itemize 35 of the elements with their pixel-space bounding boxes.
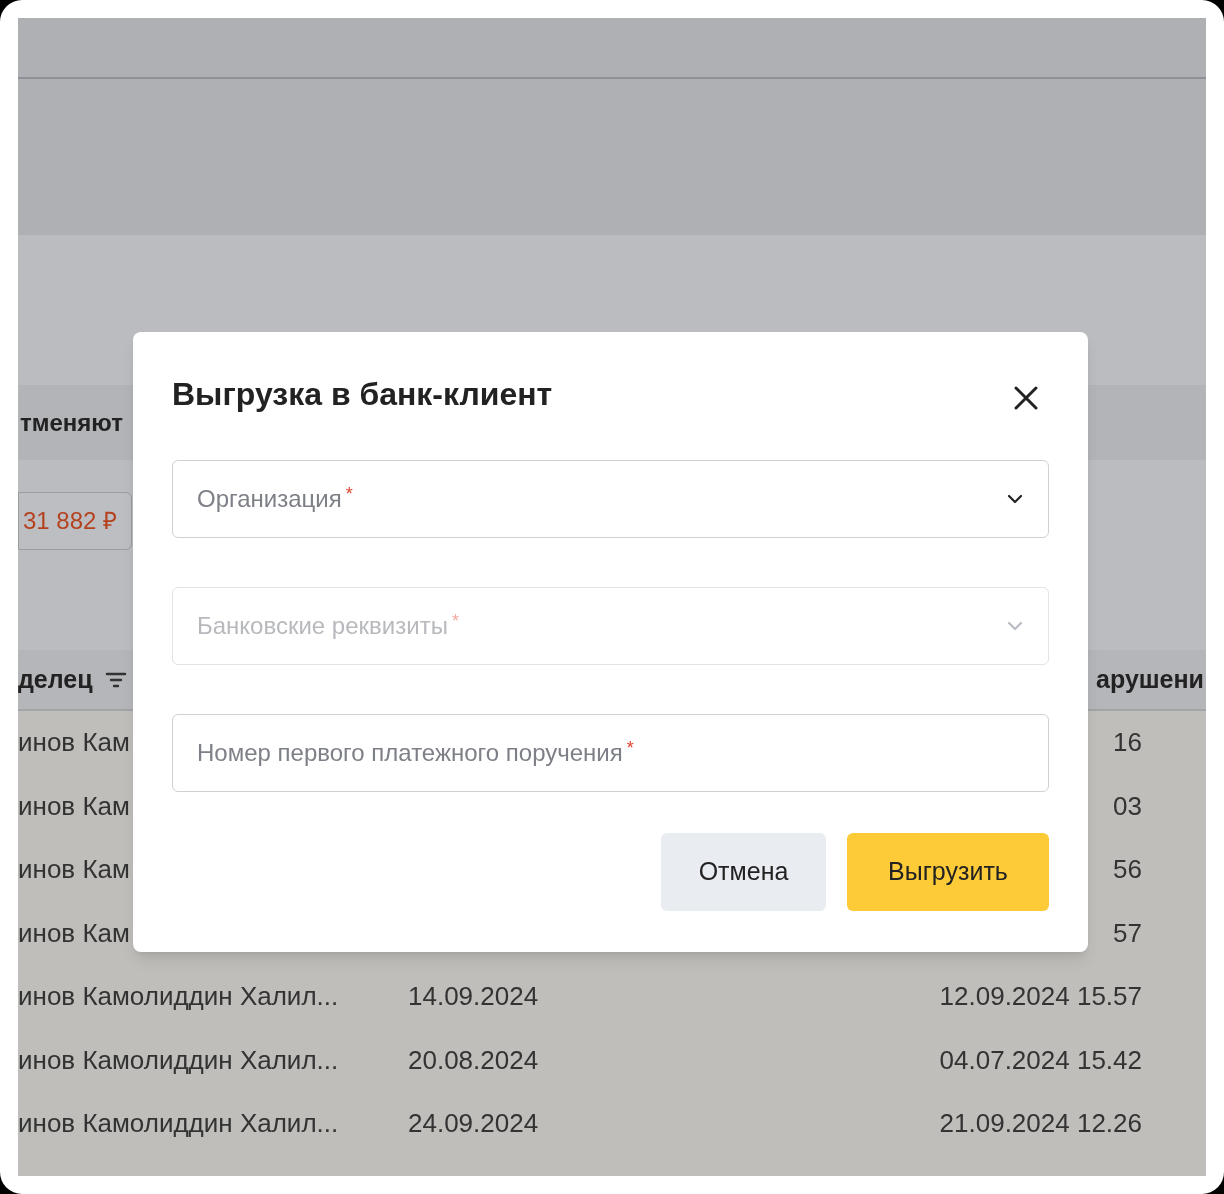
table-cell-text: 12.09.2024 15.57 bbox=[939, 980, 1142, 1014]
field-placeholder: Номер первого платежного поручения bbox=[197, 739, 623, 766]
table-cell: инов Кам bbox=[18, 854, 130, 885]
required-asterisk: * bbox=[451, 611, 459, 631]
amount-badge: 31 882 ₽ bbox=[18, 492, 132, 550]
table-cell-text: 57 bbox=[1113, 916, 1142, 950]
table-cell-text: 16 bbox=[1113, 726, 1142, 760]
required-asterisk: * bbox=[626, 738, 634, 758]
dialog-title: Выгрузка в банк-клиент bbox=[172, 375, 553, 414]
table-cell: инов Камолиддин Халил... bbox=[18, 1044, 339, 1075]
select-field[interactable]: Организация * bbox=[172, 460, 1049, 538]
column-header: арушени bbox=[1096, 663, 1204, 695]
table-cell: инов Кам bbox=[18, 727, 130, 758]
table-cell: 20.08.2024 bbox=[408, 1044, 539, 1075]
section-header: тменяют bbox=[19, 407, 123, 438]
close-icon bbox=[1013, 385, 1039, 411]
table-cell: инов Кам bbox=[18, 917, 130, 948]
table-cell: инов Камолиддин Халил... bbox=[18, 1108, 339, 1139]
table-cell: 24.09.2024 bbox=[408, 1108, 539, 1139]
cancel-button[interactable]: Отмена bbox=[661, 833, 826, 911]
field-placeholder: Организация bbox=[197, 485, 342, 512]
input-field[interactable]: Номер первого платежного поручения * bbox=[172, 714, 1049, 792]
table-cell-text: 04.07.2024 15.42 bbox=[939, 1043, 1142, 1077]
chevron-down-icon bbox=[1006, 493, 1024, 505]
field-placeholder: Банковские реквизиты bbox=[197, 612, 448, 639]
table-cell: 14.09.2024 bbox=[408, 981, 539, 1012]
chevron-down-icon bbox=[1006, 620, 1024, 632]
required-asterisk: * bbox=[345, 484, 353, 504]
table-cell-text: 21.09.2024 12.26 bbox=[939, 1107, 1142, 1141]
table-cell-text: 56 bbox=[1113, 853, 1142, 887]
table-cell: инов Камолиддин Халил... bbox=[18, 981, 339, 1012]
export-button[interactable]: Выгрузить bbox=[847, 833, 1049, 911]
column-header: делец bbox=[18, 663, 93, 695]
table-cell-text: 03 bbox=[1113, 789, 1142, 823]
table-cell: инов Кам bbox=[18, 790, 130, 821]
